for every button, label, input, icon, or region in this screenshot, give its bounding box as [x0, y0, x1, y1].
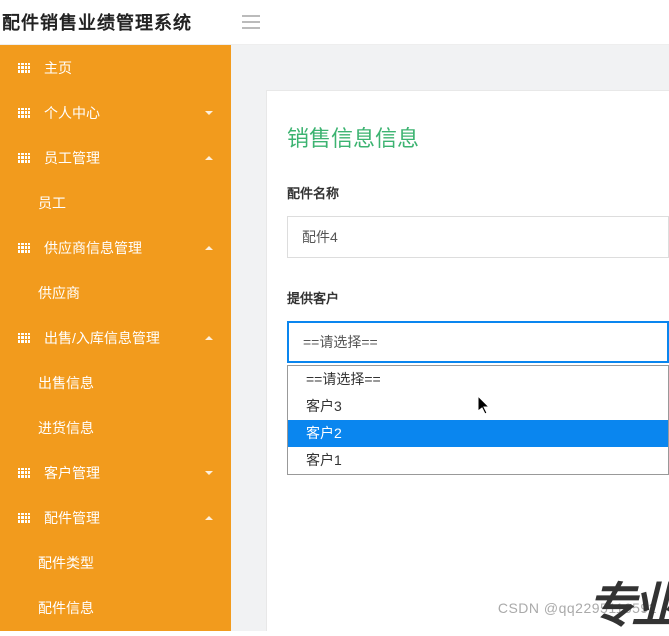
parts-name-input[interactable]: [287, 216, 669, 258]
sidebar-item-parts-mgmt[interactable]: 配件管理: [0, 495, 231, 540]
sidebar-item-stock-info[interactable]: 进货信息: [0, 405, 231, 450]
sidebar-item-sale-info[interactable]: 出售信息: [0, 360, 231, 405]
grid-icon: [18, 243, 30, 253]
sidebar-item-home[interactable]: 主页: [0, 45, 231, 90]
grid-icon: [18, 108, 30, 118]
dropdown-option-customer1[interactable]: 客户1: [288, 447, 668, 474]
grid-icon: [18, 63, 30, 73]
form-card: 销售信息信息 配件名称 提供客户 ==请选择== ==请选择== 客户3 客户2…: [266, 90, 669, 631]
grid-icon: [18, 513, 30, 523]
sidebar-item-label: 出售/入库信息管理: [44, 328, 213, 348]
parts-name-label: 配件名称: [287, 183, 669, 202]
sidebar-item-staff-mgmt[interactable]: 员工管理: [0, 135, 231, 180]
sidebar-item-label: 员工: [38, 193, 213, 213]
sidebar-item-parts-info[interactable]: 配件信息: [0, 585, 231, 630]
grid-icon: [18, 333, 30, 343]
sidebar-item-label: 进货信息: [38, 418, 213, 438]
dropdown-option-customer2[interactable]: 客户2: [288, 420, 668, 447]
chevron-down-icon: [205, 471, 213, 475]
chevron-up-icon: [205, 246, 213, 250]
grid-icon: [18, 468, 30, 478]
app-title: 配件销售业绩管理系统: [2, 9, 192, 35]
sidebar-item-label: 出售信息: [38, 373, 213, 393]
sidebar: 主页 个人中心 员工管理 员工 供应商信息管理 供应商 出售/入库信息管理 出售…: [0, 45, 231, 631]
chevron-up-icon: [205, 516, 213, 520]
sidebar-item-label: 个人中心: [44, 103, 213, 123]
sidebar-item-parts-type[interactable]: 配件类型: [0, 540, 231, 585]
chevron-down-icon: [205, 111, 213, 115]
sidebar-item-label: 配件管理: [44, 508, 213, 528]
page-title: 销售信息信息: [287, 121, 669, 153]
customer-label: 提供客户: [287, 288, 669, 307]
sidebar-item-label: 主页: [44, 58, 213, 78]
chevron-up-icon: [205, 156, 213, 160]
sidebar-item-label: 配件信息: [38, 598, 213, 618]
chevron-up-icon: [205, 336, 213, 340]
sidebar-item-personal[interactable]: 个人中心: [0, 90, 231, 135]
dropdown-option-placeholder[interactable]: ==请选择==: [288, 366, 668, 393]
customer-select[interactable]: ==请选择==: [287, 321, 669, 363]
sidebar-item-sale-stock-mgmt[interactable]: 出售/入库信息管理: [0, 315, 231, 360]
sidebar-item-label: 供应商: [38, 283, 213, 303]
hamburger-icon[interactable]: [242, 15, 260, 29]
sidebar-item-customer-mgmt[interactable]: 客户管理: [0, 450, 231, 495]
sidebar-item-label: 配件类型: [38, 553, 213, 573]
sidebar-item-label: 客户管理: [44, 463, 213, 483]
sidebar-item-label: 员工管理: [44, 148, 213, 168]
content-area: 销售信息信息 配件名称 提供客户 ==请选择== ==请选择== 客户3 客户2…: [231, 45, 669, 631]
customer-dropdown: ==请选择== 客户3 客户2 客户1: [287, 365, 669, 475]
corner-decoration: 专业: [588, 566, 669, 636]
sidebar-item-supplier[interactable]: 供应商: [0, 270, 231, 315]
sidebar-item-supplier-mgmt[interactable]: 供应商信息管理: [0, 225, 231, 270]
dropdown-option-customer3[interactable]: 客户3: [288, 393, 668, 420]
grid-icon: [18, 153, 30, 163]
sidebar-item-label: 供应商信息管理: [44, 238, 213, 258]
sidebar-item-staff[interactable]: 员工: [0, 180, 231, 225]
